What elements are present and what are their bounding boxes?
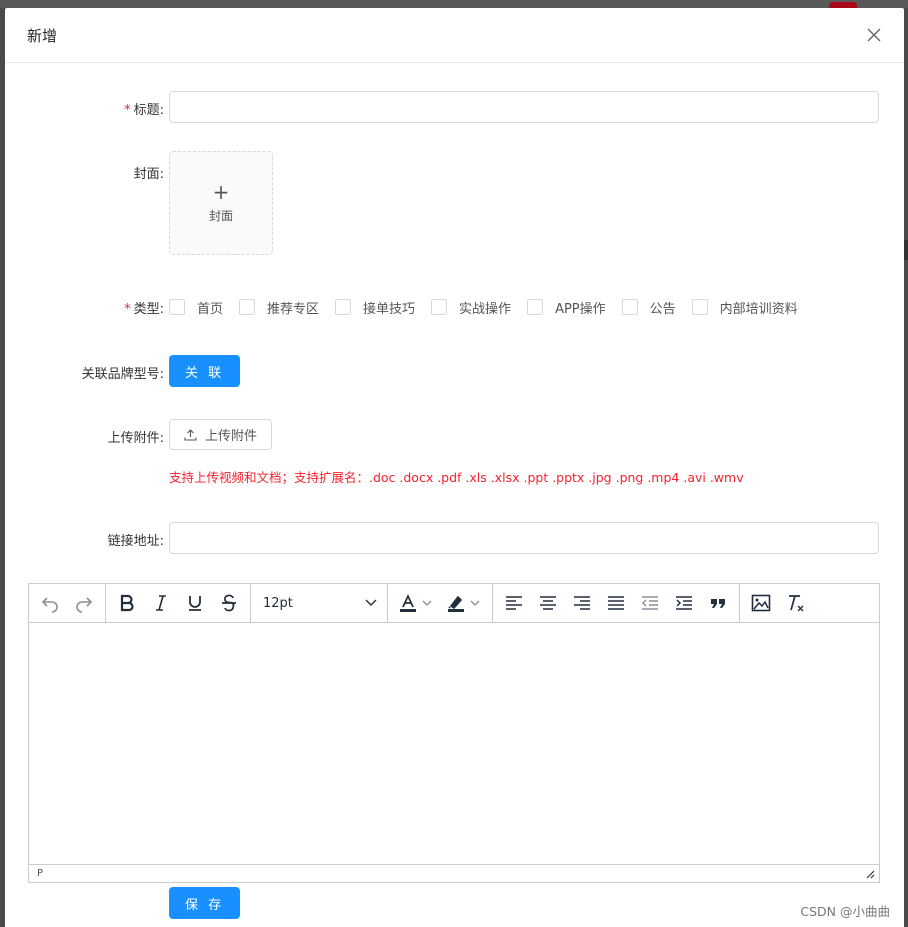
undo-icon bbox=[41, 597, 58, 613]
align-left-button[interactable] bbox=[497, 588, 531, 618]
title-input[interactable] bbox=[169, 91, 879, 123]
cover-upload[interactable]: + 封面 bbox=[169, 151, 273, 255]
backdrop-edge bbox=[904, 240, 908, 260]
type-option[interactable]: 内部培训资料 bbox=[691, 298, 798, 317]
quote-icon bbox=[711, 599, 725, 608]
outdent-button[interactable] bbox=[633, 588, 667, 618]
align-justify-icon bbox=[608, 596, 624, 610]
highlight-icon bbox=[448, 595, 464, 612]
chevron-down-icon bbox=[365, 599, 377, 606]
editor-statusbar: P bbox=[29, 864, 879, 882]
checkbox[interactable] bbox=[431, 299, 448, 315]
align-left-icon bbox=[506, 596, 522, 610]
alignment-group bbox=[493, 584, 740, 622]
cover-upload-text: 封面 bbox=[208, 208, 233, 223]
insert-group bbox=[740, 584, 816, 622]
checkbox[interactable] bbox=[527, 299, 544, 315]
save-button[interactable]: 保 存 bbox=[169, 887, 241, 919]
color-group bbox=[388, 584, 493, 622]
checkbox[interactable] bbox=[335, 299, 352, 315]
dialog-header: 新增 bbox=[5, 8, 904, 63]
add-dialog: 新增 * 标题: 封面: + 封面 * 类型: 首页 推荐专区 接单技巧 实战操作 bbox=[5, 8, 904, 927]
redo-icon bbox=[76, 597, 93, 613]
type-option[interactable]: APP操作 bbox=[527, 298, 606, 317]
close-icon bbox=[867, 28, 881, 42]
image-icon bbox=[751, 594, 771, 612]
plus-icon: + bbox=[212, 179, 230, 204]
backdrop-strip bbox=[0, 0, 908, 8]
cover-label: 封面: bbox=[133, 167, 164, 182]
element-path[interactable]: P bbox=[37, 868, 43, 879]
required-mark: * bbox=[124, 302, 131, 317]
upload-attachment-label: 上传附件 bbox=[205, 429, 258, 444]
checkbox[interactable] bbox=[621, 299, 638, 315]
italic-button[interactable] bbox=[144, 588, 178, 618]
rich-text-editor: 12pt P bbox=[28, 583, 880, 883]
type-option[interactable]: 公告 bbox=[621, 298, 676, 317]
font-size-group: 12pt bbox=[251, 584, 388, 622]
font-size-value: 12pt bbox=[263, 595, 293, 611]
insert-image-button[interactable] bbox=[744, 588, 778, 618]
editor-toolbar: 12pt bbox=[29, 584, 879, 623]
close-button[interactable] bbox=[864, 25, 884, 45]
align-center-icon bbox=[540, 596, 556, 610]
text-color-button[interactable] bbox=[392, 588, 440, 618]
watermark: CSDN @小曲曲 bbox=[800, 904, 890, 919]
strikethrough-icon bbox=[222, 594, 236, 612]
required-mark: * bbox=[124, 103, 131, 118]
font-size-select[interactable]: 12pt bbox=[255, 588, 383, 618]
align-right-button[interactable] bbox=[565, 588, 599, 618]
italic-icon bbox=[156, 595, 166, 611]
bold-icon bbox=[120, 594, 134, 612]
strikethrough-button[interactable] bbox=[212, 588, 246, 618]
type-option[interactable]: 接单技巧 bbox=[335, 298, 415, 317]
redo-button[interactable] bbox=[67, 588, 101, 618]
underline-button[interactable] bbox=[178, 588, 212, 618]
clear-format-button[interactable] bbox=[778, 588, 812, 618]
align-justify-button[interactable] bbox=[599, 588, 633, 618]
history-group bbox=[29, 584, 106, 622]
resize-handle[interactable] bbox=[865, 869, 875, 879]
clear-format-icon bbox=[789, 595, 804, 612]
format-group bbox=[106, 584, 251, 622]
link-brand-button[interactable]: 关 联 bbox=[169, 355, 241, 387]
editor-content-area[interactable] bbox=[29, 623, 879, 864]
type-option[interactable]: 首页 bbox=[169, 298, 223, 317]
indent-icon bbox=[676, 596, 692, 610]
chevron-down-icon bbox=[422, 600, 432, 606]
checkbox[interactable] bbox=[169, 299, 185, 315]
checkbox[interactable] bbox=[691, 299, 708, 315]
align-center-button[interactable] bbox=[531, 588, 565, 618]
align-right-icon bbox=[574, 596, 590, 610]
checkbox[interactable] bbox=[239, 299, 256, 315]
upload-icon bbox=[184, 428, 197, 441]
type-option[interactable]: 实战操作 bbox=[431, 298, 511, 317]
blockquote-button[interactable] bbox=[701, 588, 735, 618]
highlight-color-button[interactable] bbox=[440, 588, 488, 618]
upload-attachment-button[interactable]: 上传附件 bbox=[169, 419, 273, 450]
underline-icon bbox=[189, 596, 201, 611]
attachment-hint: 支持上传视频和文档；支持扩展名：.doc .docx .pdf .xls .xl… bbox=[169, 470, 744, 485]
indent-button[interactable] bbox=[667, 588, 701, 618]
resize-icon bbox=[866, 870, 875, 878]
link-label: 链接地址: bbox=[107, 534, 164, 549]
title-label: * 标题: bbox=[124, 103, 164, 118]
attachment-label: 上传附件: bbox=[107, 431, 164, 446]
link-input[interactable] bbox=[169, 522, 879, 554]
outdent-icon bbox=[642, 596, 658, 610]
type-label: * 类型: bbox=[124, 302, 164, 317]
type-option[interactable]: 推荐专区 bbox=[239, 298, 319, 317]
bold-button[interactable] bbox=[110, 588, 144, 618]
brand-label: 关联品牌型号: bbox=[81, 367, 164, 382]
type-checkbox-group: 首页 推荐专区 接单技巧 实战操作 APP操作 公告 内部培训资料 bbox=[169, 297, 814, 317]
undo-button[interactable] bbox=[33, 588, 67, 618]
chevron-down-icon bbox=[470, 600, 480, 606]
dialog-title: 新增 bbox=[27, 26, 58, 45]
text-color-icon bbox=[400, 593, 416, 612]
